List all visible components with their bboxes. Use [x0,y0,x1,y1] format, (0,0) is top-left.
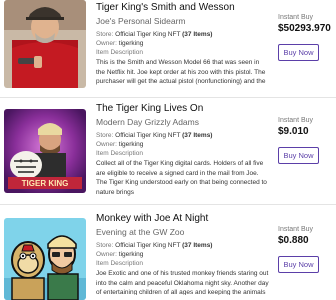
price-value: $50293.970 [278,23,331,34]
listing-card: TIGER KING The Tiger King Lives On Moder… [0,98,336,205]
store-item-count: (37 Items) [182,31,213,38]
store-name[interactable]: Official Tiger King NFT [115,242,180,249]
owner-label: Owner: [96,40,117,47]
store-line: Store: Official Tiger King NFT (37 Items… [96,241,270,250]
listing-image[interactable] [4,0,86,88]
price-value: $0.880 [278,235,309,246]
owner-name[interactable]: tigerking [119,251,144,258]
man-with-pistol-photo-icon [4,0,86,88]
tiger-king-card-art-icon: TIGER KING [4,109,86,193]
listing-info: Monkey with Joe At Night Evening at the … [96,213,270,295]
item-description-label: Item Description [96,260,143,267]
store-name[interactable]: Official Tiger King NFT [115,132,180,139]
owner-name[interactable]: tigerking [119,141,144,148]
instant-buy-label: Instant Buy [278,14,314,21]
instant-buy-label: Instant Buy [278,117,314,124]
store-item-count: (37 Items) [182,132,213,139]
item-description: Joe Exotic and one of his trusted monkey… [96,270,269,295]
listing-card: Monkey with Joe At Night Evening at the … [0,205,336,300]
item-description-label: Item Description [96,150,143,157]
store-item-count: (37 Items) [182,242,213,249]
listing-subtitle: Joe's Personal Sidearm [96,16,186,26]
listing-subtitle: Evening at the GW Zoo [96,227,185,237]
store-name[interactable]: Official Tiger King NFT [115,31,180,38]
owner-line: Owner: tigerking [96,140,270,149]
buy-now-button[interactable]: Buy Now [278,44,319,61]
owner-line: Owner: tigerking [96,250,270,259]
owner-line: Owner: tigerking [96,39,270,48]
store-line: Store: Official Tiger King NFT (37 Items… [96,30,270,39]
item-description: This is the Smith and Wesson Model 66 th… [96,59,266,85]
instant-buy-label: Instant Buy [278,226,314,233]
listing-info: Tiger King's Smith and Wesson Joe's Pers… [96,2,270,98]
owner-label: Owner: [96,251,117,258]
store-line: Store: Official Tiger King NFT (37 Items… [96,131,270,140]
store-label: Store: [96,242,114,249]
svg-text:TIGER KING: TIGER KING [22,179,69,188]
store-label: Store: [96,31,114,38]
listing-title[interactable]: Monkey with Joe At Night [96,213,270,225]
price-column: Instant Buy $9.010 Buy Now [278,116,334,164]
price-column: Instant Buy $50293.970 Buy Now [278,13,334,61]
buy-now-button[interactable]: Buy Now [278,147,319,164]
listing-card: Tiger King's Smith and Wesson Joe's Pers… [0,0,336,98]
listing-info: The Tiger King Lives On Modern Day Grizz… [96,103,270,203]
item-description: Collect all of the Tiger King digital ca… [96,160,267,196]
price-column: Instant Buy $0.880 Buy Now [278,225,334,273]
listing-image[interactable]: TIGER KING [4,109,86,193]
owner-label: Owner: [96,141,117,148]
listing-title[interactable]: Tiger King's Smith and Wesson [96,2,270,14]
price-value: $9.010 [278,126,309,137]
store-label: Store: [96,132,114,139]
owner-name[interactable]: tigerking [119,40,144,47]
listing-title[interactable]: The Tiger King Lives On [96,103,270,115]
item-description-label: Item Description [96,49,143,56]
listing-subtitle: Modern Day Grizzly Adams [96,117,199,127]
buy-now-button[interactable]: Buy Now [278,256,319,273]
listing-image[interactable] [4,218,86,300]
cartoon-joe-and-monkey-art-icon [4,218,86,300]
